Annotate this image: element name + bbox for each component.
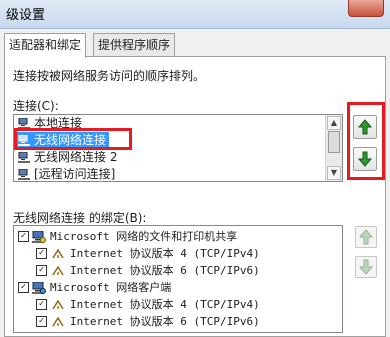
binding-checkbox[interactable]: ✓ [18, 282, 29, 293]
binding-checkbox[interactable]: ✓ [36, 316, 47, 327]
binding-move-down-button[interactable] [355, 256, 377, 278]
tree-row-label: Microsoft 网络客户端 [50, 281, 172, 294]
tree-row-label: Internet 协议版本 6 (TCP/IPv6) [70, 264, 260, 277]
protocol-icon [52, 300, 64, 310]
highlight-box-order-buttons [347, 102, 385, 180]
scroll-down-arrow-icon[interactable]: ▼ [327, 166, 341, 180]
connections-label: 连接(C): [13, 99, 59, 113]
scroll-up-arrow-icon[interactable]: ▲ [327, 116, 341, 130]
binding-move-up-button[interactable] [355, 226, 377, 248]
highlight-box-selected-connection [14, 128, 132, 150]
tree-row[interactable]: ✓ Internet 协议版本 6 (TCP/IPv6) [14, 262, 340, 279]
list-item-label: 无线网络连接 2 [34, 150, 118, 164]
scroll-thumb[interactable] [328, 131, 340, 153]
title-bar: 级设置 [0, 0, 390, 29]
binding-checkbox[interactable]: ✓ [36, 299, 47, 310]
tab-label: 提供程序顺序 [98, 38, 171, 52]
list-item-label: [远程访问连接] [34, 167, 116, 181]
tree-row-label: Microsoft 网络的文件和打印机共享 [50, 230, 238, 243]
close-button[interactable] [348, 0, 384, 17]
list-item[interactable]: 无线网络连接 2 [16, 149, 120, 166]
binding-checkbox[interactable]: ✓ [36, 248, 47, 259]
tree-row[interactable]: ✓ Microsoft 网络客户端 [14, 279, 340, 296]
tree-row[interactable]: ✓ Internet 协议版本 6 (TCP/IPv6) [14, 313, 340, 330]
tab-label: 适配器和绑定 [9, 38, 82, 52]
network-computer-icon [18, 169, 30, 180]
tab-provider-order[interactable]: 提供程序顺序 [93, 33, 176, 56]
tab-panel: 连接按被网络服务访问的顺序排列。 连接(C): 本地连接 无线网络连接 无线网络… [4, 56, 386, 337]
protocol-icon [52, 317, 64, 327]
network-computer-icon [18, 152, 30, 163]
bindings-tree[interactable]: ✓ Microsoft 网络的文件和打印机共享 ✓ Internet 协议版本 … [13, 225, 343, 333]
computer-client-icon [32, 282, 46, 294]
tab-adapters-bindings[interactable]: 适配器和绑定 [4, 33, 87, 58]
window-title: 级设置 [6, 8, 46, 23]
gray-up-arrow-icon [358, 229, 374, 245]
tree-row-label: Internet 协议版本 6 (TCP/IPv6) [70, 315, 260, 328]
list-item[interactable]: [远程访问连接] [16, 166, 118, 181]
tree-row-label: Internet 协议版本 4 (TCP/IPv4) [70, 247, 260, 260]
bindings-label: 无线网络连接 的绑定(B): [13, 211, 147, 225]
tree-row[interactable]: ✓ Internet 协议版本 4 (TCP/IPv4) [14, 245, 340, 262]
binding-checkbox[interactable]: ✓ [36, 265, 47, 276]
tree-row[interactable]: ✓ Microsoft 网络的文件和打印机共享 [14, 228, 340, 245]
protocol-icon [52, 266, 64, 276]
tree-row[interactable]: ✓ Internet 协议版本 4 (TCP/IPv4) [14, 296, 340, 313]
list-scrollbar[interactable]: ▲ ▼ [325, 115, 342, 181]
gray-down-arrow-icon [358, 259, 374, 275]
binding-checkbox[interactable]: ✓ [18, 231, 29, 242]
protocol-icon [52, 249, 64, 259]
tree-row-label: Internet 协议版本 4 (TCP/IPv4) [70, 298, 260, 311]
computer-share-icon [32, 231, 46, 243]
description-text: 连接按被网络服务访问的顺序排列。 [13, 69, 206, 83]
